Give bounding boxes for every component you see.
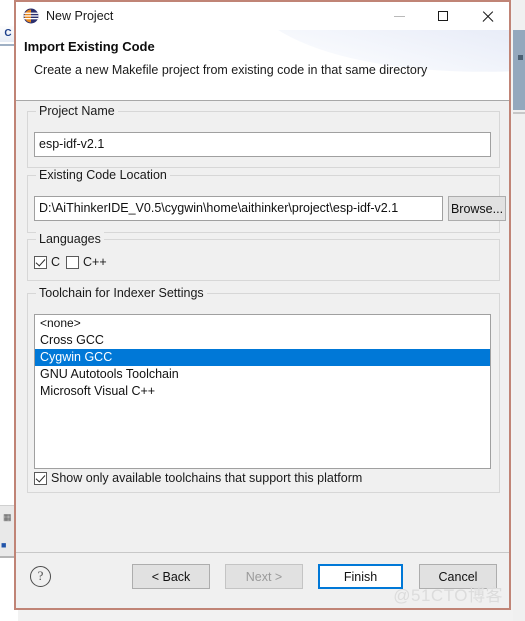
list-item[interactable]: GNU Autotools Toolchain	[35, 366, 490, 383]
maximize-button[interactable]	[421, 1, 465, 31]
language-cpp-label: C++	[83, 255, 107, 269]
languages-legend: Languages	[36, 232, 104, 246]
existing-code-location-legend: Existing Code Location	[36, 168, 170, 182]
page-description: Create a new Makefile project from exist…	[34, 63, 428, 77]
checkbox-checked-icon	[34, 255, 47, 269]
maximize-icon	[438, 11, 448, 21]
minimize-icon	[393, 15, 405, 17]
background-right-block	[513, 30, 525, 110]
show-available-toolchains-label: Show only available toolchains that supp…	[51, 471, 363, 485]
background-glyph-b: ■	[1, 540, 7, 550]
background-glyph-a: ▦	[3, 512, 12, 522]
wizard-body: Project Name esp-idf-v2.1 Existing Code …	[16, 101, 509, 552]
help-icon[interactable]: ?	[30, 566, 51, 587]
project-name-legend: Project Name	[36, 104, 118, 118]
toolchain-legend: Toolchain for Indexer Settings	[36, 286, 207, 300]
eclipse-circle-icon	[23, 8, 39, 24]
language-cpp-checkbox[interactable]: C++	[66, 255, 107, 269]
watermark: @51CTO博客	[393, 586, 503, 605]
new-project-dialog: New Project Import Existing Code Create …	[14, 0, 511, 610]
back-button[interactable]: < Back	[132, 564, 210, 589]
finish-button[interactable]: Finish	[318, 564, 403, 589]
existing-code-location-input[interactable]: D:\AiThinkerIDE_V0.5\cygwin\home\aithink…	[34, 196, 443, 221]
list-item[interactable]: Microsoft Visual C++	[35, 383, 490, 400]
title-bar: New Project	[16, 0, 509, 30]
page-title: Import Existing Code	[24, 39, 155, 54]
show-available-toolchains-checkbox[interactable]: Show only available toolchains that supp…	[34, 471, 362, 485]
list-item[interactable]: Cross GCC	[35, 332, 490, 349]
next-button: Next >	[225, 564, 303, 589]
window-title: New Project	[46, 9, 114, 23]
language-c-label: C	[51, 255, 61, 269]
browse-button[interactable]: Browse...	[448, 196, 506, 221]
language-c-checkbox[interactable]: C	[34, 255, 60, 269]
toolchain-listbox[interactable]: <none> Cross GCC Cygwin GCC GNU Autotool…	[34, 314, 491, 469]
project-name-input[interactable]: esp-idf-v2.1	[34, 132, 491, 157]
list-item-selected[interactable]: Cygwin GCC	[35, 349, 490, 366]
close-button[interactable]	[465, 1, 509, 31]
wizard-header: Import Existing Code Create a new Makefi…	[16, 30, 509, 101]
background-right-divider	[513, 112, 525, 114]
list-item[interactable]: <none>	[35, 315, 490, 332]
checkbox-unchecked-icon	[66, 255, 79, 269]
minimize-button[interactable]	[377, 1, 421, 31]
close-icon	[481, 10, 494, 23]
background-right-marker	[518, 55, 523, 60]
checkbox-checked-icon	[34, 471, 47, 485]
dialog-footer: ? < Back Next > Finish Cancel @51CTO博客	[16, 552, 509, 608]
